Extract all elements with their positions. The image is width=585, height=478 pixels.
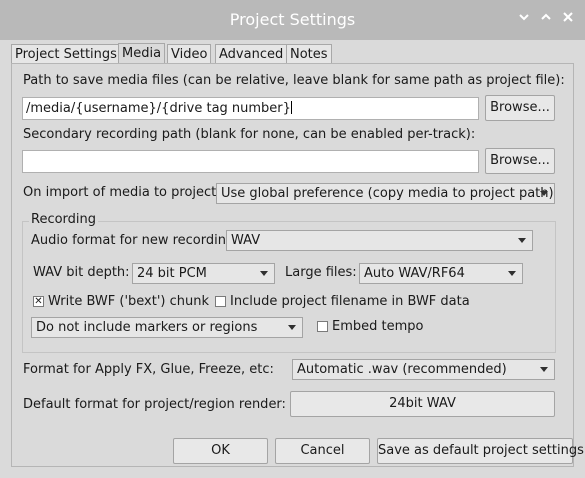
title-bar: Project Settings (0, 0, 585, 40)
audio-format-select[interactable]: WAV (226, 230, 533, 251)
markers-value: Do not include markers or regions (36, 320, 258, 335)
text-caret (290, 101, 292, 114)
apply-fx-format-label: Format for Apply FX, Glue, Freeze, etc: (23, 362, 274, 377)
close-button[interactable] (558, 10, 578, 30)
tab-notes[interactable]: Notes (286, 44, 332, 63)
tab-project-settings[interactable]: Project Settings (11, 44, 121, 63)
large-files-value: Auto WAV/RF64 (364, 266, 465, 281)
chevron-down-icon (508, 271, 516, 276)
chevron-down-icon (518, 238, 526, 243)
chevron-down-icon (260, 271, 268, 276)
media-path-input[interactable]: /media/{username}/{drive tag number} (22, 97, 479, 120)
embed-tempo-label[interactable]: Embed tempo (332, 319, 423, 334)
save-default-button[interactable]: Save as default project settings (377, 438, 584, 464)
include-filename-checkbox[interactable] (215, 296, 226, 307)
audio-format-value: WAV (231, 233, 261, 248)
ok-button[interactable]: OK (173, 438, 268, 464)
markers-select[interactable]: Do not include markers or regions (31, 317, 303, 338)
include-filename-label[interactable]: Include project filename in BWF data (230, 294, 470, 309)
large-files-select[interactable]: Auto WAV/RF64 (359, 263, 523, 284)
chevron-down-icon (519, 14, 529, 21)
bwf-label[interactable]: Write BWF ('bext') chunk (48, 294, 209, 309)
cancel-button[interactable]: Cancel (275, 438, 370, 464)
tab-video[interactable]: Video (167, 44, 212, 63)
secondary-path-input[interactable] (22, 150, 479, 173)
secondary-path-label: Secondary recording path (blank for none… (23, 127, 476, 142)
minimize-button[interactable] (514, 10, 534, 30)
close-icon (563, 12, 573, 22)
large-files-label: Large files: (285, 265, 357, 280)
tab-advanced[interactable]: Advanced (215, 44, 288, 63)
audio-format-label: Audio format for new recordings: (31, 233, 246, 248)
browse-secondary-button[interactable]: Browse... (485, 148, 555, 174)
bit-depth-value: 24 bit PCM (137, 266, 207, 281)
import-media-select[interactable]: Use global preference (copy media to pro… (216, 183, 555, 204)
browse-button[interactable]: Browse... (485, 95, 555, 121)
window-title: Project Settings (229, 10, 356, 29)
media-path-value: /media/{username}/{drive tag number} (26, 101, 291, 116)
embed-tempo-checkbox[interactable] (317, 321, 328, 332)
maximize-button[interactable] (536, 10, 556, 30)
apply-fx-format-value: Automatic .wav (recommended) (297, 362, 507, 377)
recording-legend: Recording (29, 212, 99, 227)
render-format-button[interactable]: 24bit WAV (290, 391, 555, 417)
chevron-up-icon (541, 13, 551, 20)
tab-media[interactable]: Media (118, 43, 166, 64)
import-media-value: Use global preference (copy media to pro… (221, 186, 554, 201)
bit-depth-label: WAV bit depth: (33, 265, 130, 280)
chevron-down-icon (540, 367, 548, 372)
import-media-label: On import of media to project: (23, 185, 221, 200)
bwf-checkbox[interactable]: ✕ (33, 296, 44, 307)
chevron-down-icon (288, 325, 296, 330)
media-path-label: Path to save media files (can be relativ… (23, 73, 565, 88)
apply-fx-format-select[interactable]: Automatic .wav (recommended) (292, 359, 555, 380)
chevron-down-icon (540, 191, 548, 196)
dialog-body: Project Settings Media Video Advanced No… (0, 40, 585, 478)
render-format-label: Default format for project/region render… (23, 397, 286, 412)
bit-depth-select[interactable]: 24 bit PCM (132, 263, 275, 284)
